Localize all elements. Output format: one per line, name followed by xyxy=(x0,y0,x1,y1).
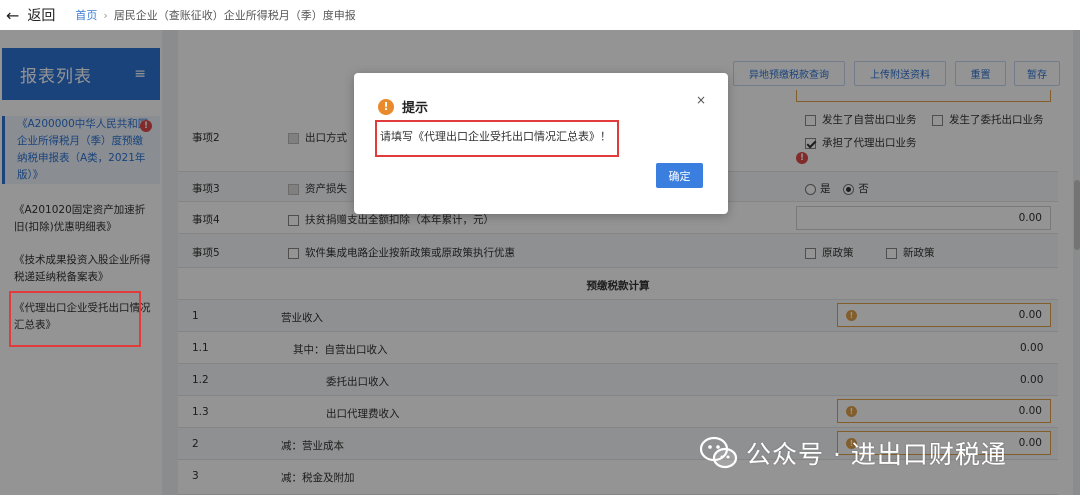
breadcrumb-home[interactable]: 首页 xyxy=(75,7,97,23)
breadcrumb-current: 居民企业（查账征收）企业所得税月（季）度申报 xyxy=(113,9,356,22)
close-icon[interactable]: × xyxy=(696,93,706,107)
back-button[interactable]: ← 返回 xyxy=(6,5,55,25)
dialog-message: 请填写《代理出口企业受托出口情况汇总表》！ xyxy=(380,130,611,143)
alert-dialog: ! 提示 × 请填写《代理出口企业受托出口情况汇总表》！ 确定 xyxy=(354,73,728,214)
dialog-title: 提示 xyxy=(402,101,429,116)
warning-icon: ! xyxy=(378,98,394,115)
watermark-text: 公众号 · 进出口财税通 xyxy=(746,440,1007,469)
arrow-left-icon: ← xyxy=(6,5,20,25)
wechat-icon xyxy=(700,436,738,469)
dialog-header: ! 提示 xyxy=(378,97,428,116)
ok-button[interactable]: 确定 xyxy=(656,163,703,188)
chevron-right-icon: › xyxy=(103,8,108,22)
highlight-box xyxy=(9,291,141,347)
watermark: 公众号 · 进出口财税通 xyxy=(700,433,1007,473)
breadcrumb: 首页 › 居民企业（查账征收）企业所得税月（季）度申报 xyxy=(75,7,355,23)
back-label: 返回 xyxy=(27,8,56,24)
top-bar: ← 返回 首页 › 居民企业（查账征收）企业所得税月（季）度申报 xyxy=(0,0,1080,30)
